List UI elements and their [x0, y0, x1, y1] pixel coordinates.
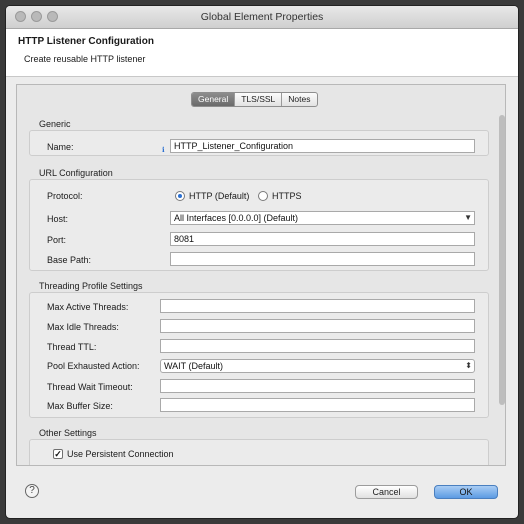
port-label: Port:: [47, 235, 67, 245]
persistent-connection-checkbox[interactable]: ✓: [53, 449, 63, 459]
pool-exhausted-action-select[interactable]: WAIT (Default) ⬍: [160, 359, 475, 373]
url-config-section-label: URL Configuration: [39, 168, 113, 178]
help-icon[interactable]: ?: [25, 484, 39, 498]
global-element-properties-dialog: Global Element Properties HTTP Listener …: [6, 6, 518, 518]
persistent-connection-label[interactable]: Use Persistent Connection: [67, 449, 174, 459]
thread-ttl-field[interactable]: [160, 339, 475, 353]
stepper-arrows-icon[interactable]: ⬍: [465, 360, 472, 372]
host-combobox[interactable]: All Interfaces [0.0.0.0] (Default) ▼: [170, 211, 475, 225]
max-active-threads-field[interactable]: [160, 299, 475, 313]
tab-notes[interactable]: Notes: [282, 93, 316, 106]
thread-wait-timeout-label: Thread Wait Timeout:: [47, 382, 133, 392]
pool-exhausted-action-value: WAIT (Default): [164, 361, 224, 371]
thread-wait-timeout-field[interactable]: [160, 379, 475, 393]
title-bar: Global Element Properties: [6, 6, 518, 29]
max-active-threads-label: Max Active Threads:: [47, 302, 129, 312]
port-field[interactable]: 8081: [170, 232, 475, 246]
vertical-scrollbar[interactable]: [499, 115, 505, 463]
max-idle-threads-field[interactable]: [160, 319, 475, 333]
thread-ttl-label: Thread TTL:: [47, 342, 97, 352]
other-settings-section-label: Other Settings: [39, 428, 97, 438]
threading-section-label: Threading Profile Settings: [39, 281, 143, 291]
generic-section-label: Generic: [39, 119, 71, 129]
max-buffer-size-label: Max Buffer Size:: [47, 401, 113, 411]
dialog-subtitle: Create reusable HTTP listener: [24, 54, 146, 64]
host-value: All Interfaces [0.0.0.0] (Default): [174, 213, 299, 223]
radio-selected-dot: [178, 194, 182, 198]
dropdown-arrow-icon[interactable]: ▼: [464, 212, 472, 224]
protocol-http-radio[interactable]: [175, 191, 185, 201]
pool-exhausted-action-label: Pool Exhausted Action:: [47, 361, 140, 371]
max-idle-threads-label: Max Idle Threads:: [47, 322, 119, 332]
protocol-http-label[interactable]: HTTP (Default): [189, 191, 249, 201]
cancel-button[interactable]: Cancel: [355, 485, 418, 499]
max-buffer-size-field[interactable]: [160, 398, 475, 412]
base-path-label: Base Path:: [47, 255, 92, 265]
tab-tls-ssl[interactable]: TLS/SSL: [235, 93, 283, 106]
protocol-https-label[interactable]: HTTPS: [272, 191, 302, 201]
base-path-field[interactable]: [170, 252, 475, 266]
tab-general[interactable]: General: [192, 93, 236, 106]
protocol-https-radio[interactable]: [258, 191, 268, 201]
info-icon: ℹ: [162, 147, 165, 154]
ok-button[interactable]: OK: [434, 485, 498, 499]
scrollbar-thumb[interactable]: [499, 115, 505, 405]
tab-bar: General TLS/SSL Notes: [191, 92, 318, 107]
window-title: Global Element Properties: [200, 11, 324, 23]
dialog-header: HTTP Listener Configuration Create reusa…: [6, 29, 518, 77]
protocol-label: Protocol:: [47, 191, 83, 201]
name-label: Name:: [47, 142, 74, 152]
name-field[interactable]: HTTP_Listener_Configuration: [170, 139, 475, 153]
properties-panel: General TLS/SSL Notes Generic Name: ℹ HT…: [16, 84, 506, 466]
host-label: Host:: [47, 214, 69, 224]
dialog-title: HTTP Listener Configuration: [18, 36, 154, 47]
